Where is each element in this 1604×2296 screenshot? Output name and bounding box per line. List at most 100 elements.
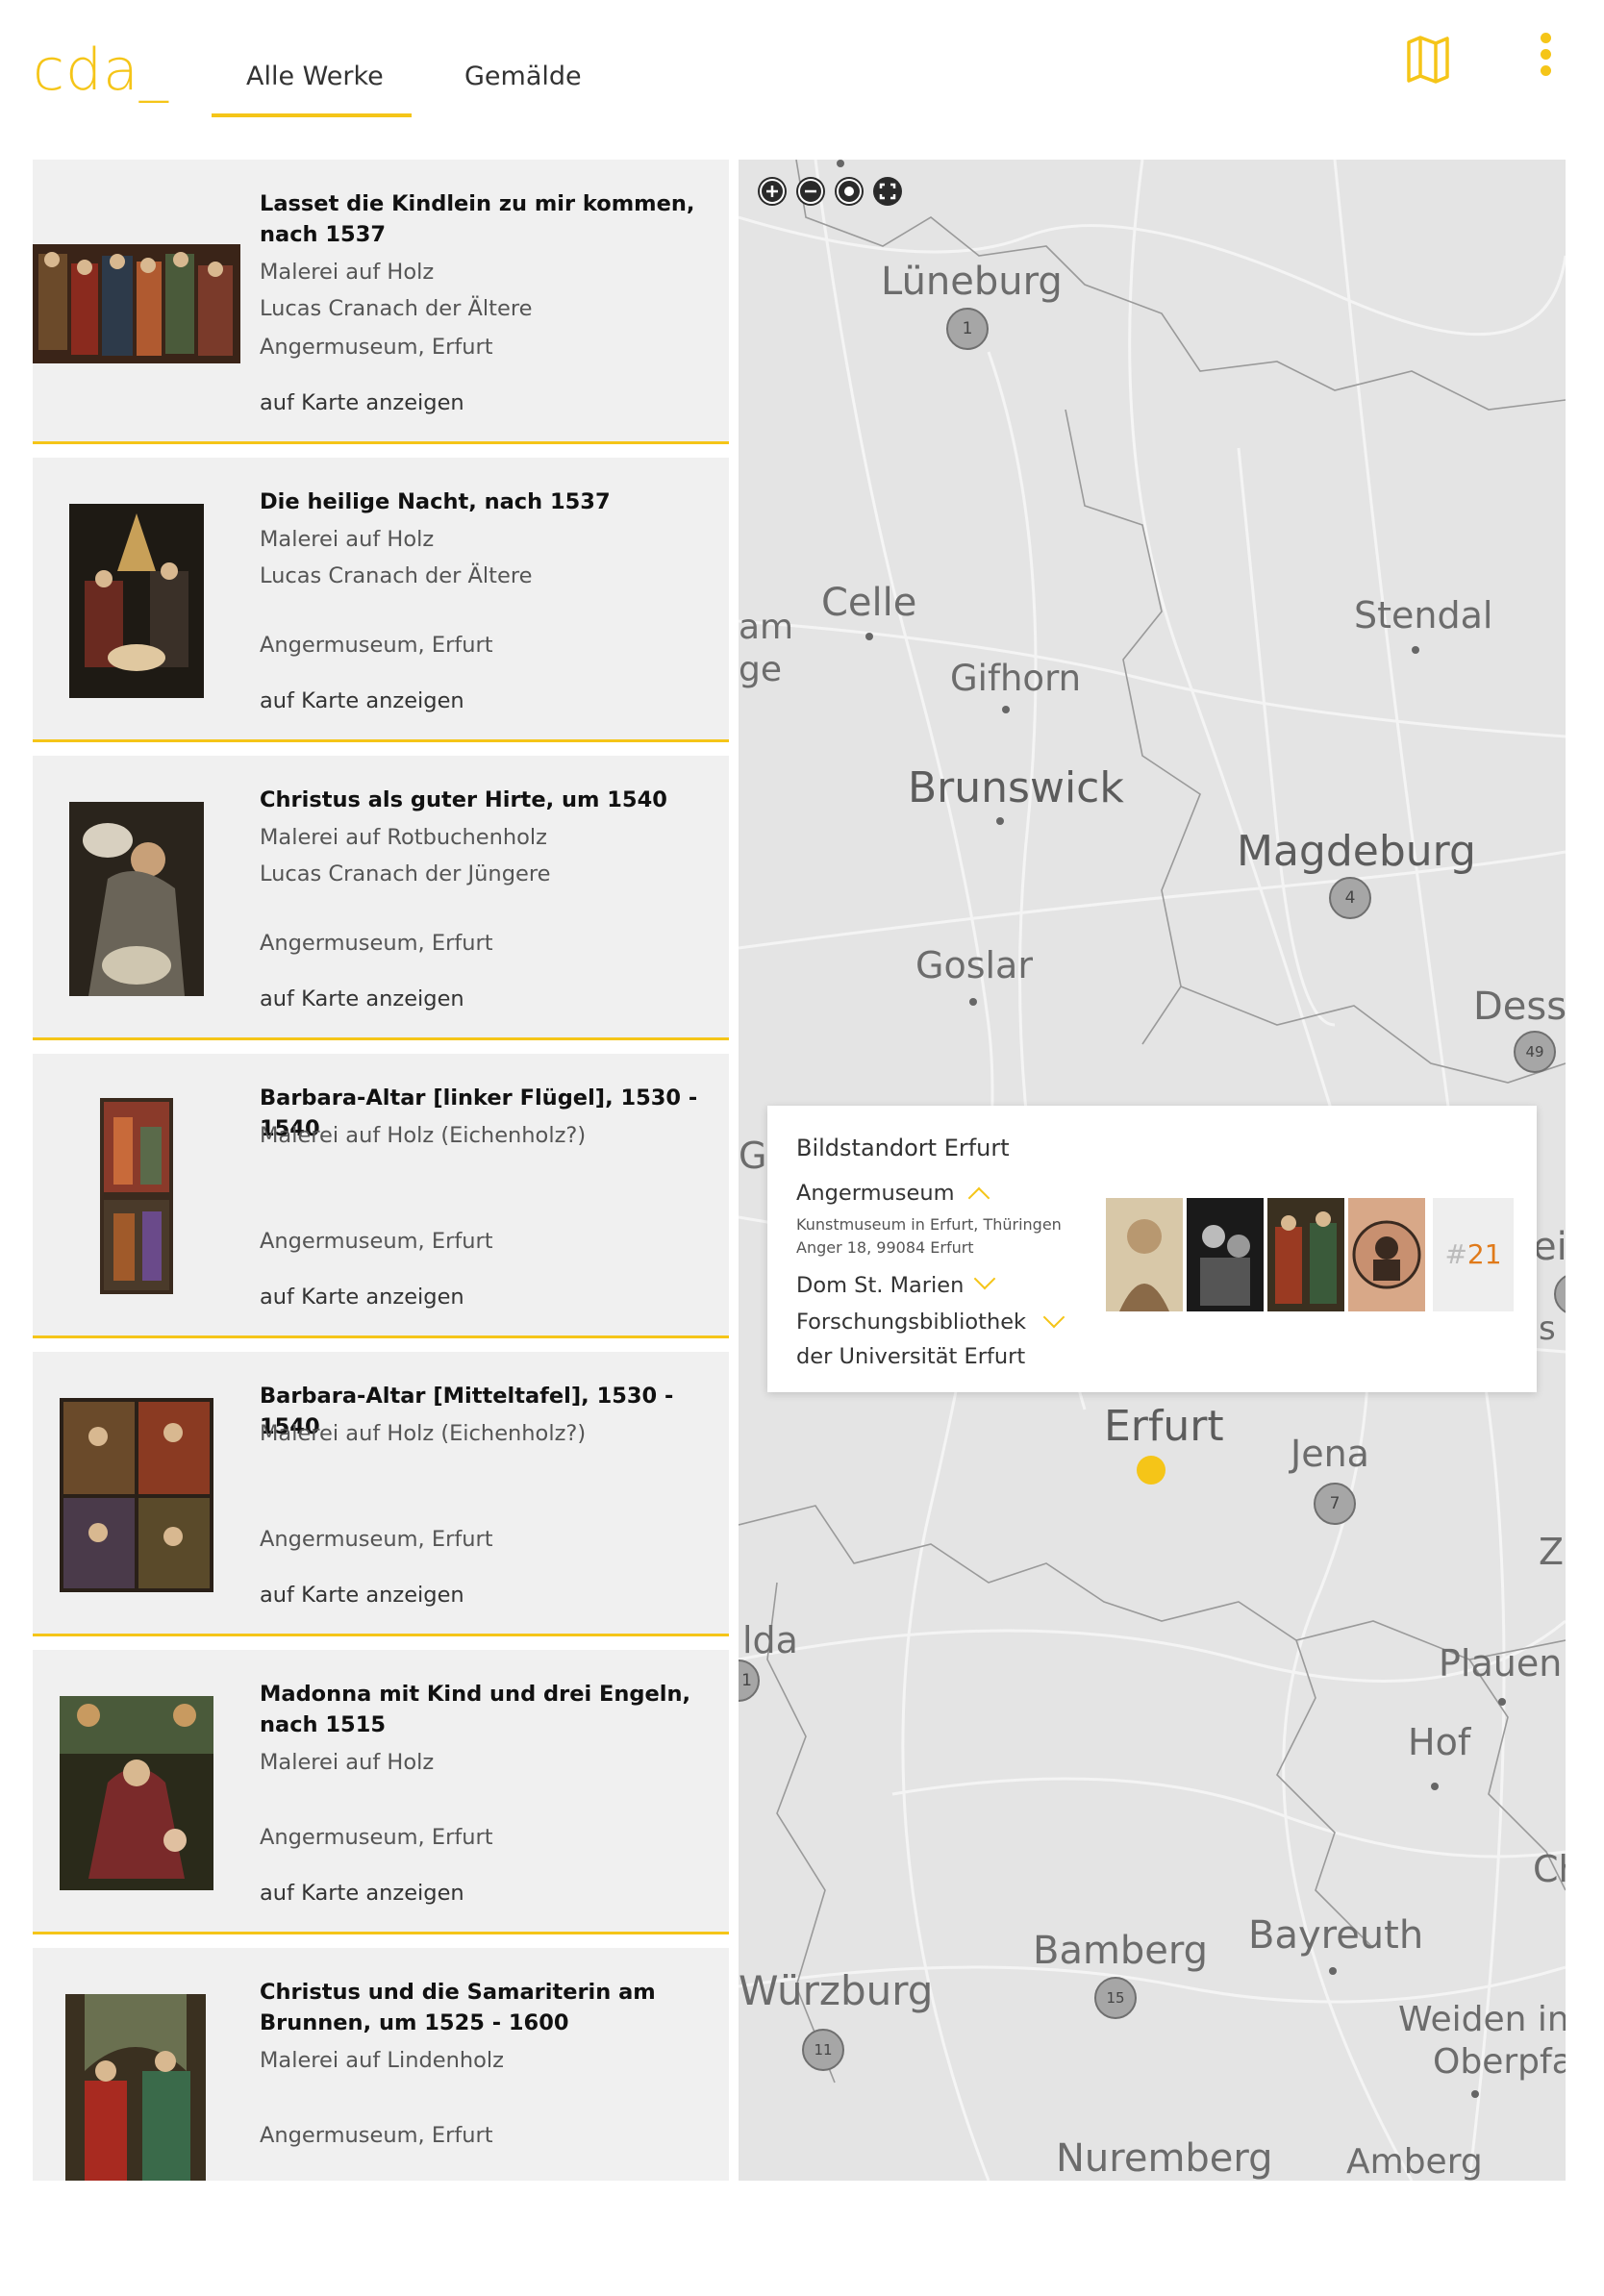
- city-label: Amberg: [1346, 2142, 1483, 2181]
- show-on-map-link[interactable]: auf Karte anzeigen: [260, 688, 464, 713]
- chevron-up-icon[interactable]: [967, 1186, 990, 1210]
- more-artworks-count[interactable]: #21: [1433, 1198, 1514, 1311]
- city-label: Würzburg: [739, 1967, 934, 2014]
- show-on-map-link[interactable]: auf Karte anzeigen: [260, 986, 464, 1011]
- artwork-thumbnail[interactable]: [100, 1098, 173, 1294]
- city-label: Lüneburg: [881, 260, 1063, 304]
- work-title[interactable]: Christus und die Samariterin am Brunnen,…: [260, 1977, 712, 2038]
- work-location: Angermuseum, Erfurt: [260, 1527, 493, 1552]
- artwork-thumbnail[interactable]: [1348, 1198, 1425, 1311]
- work-location: Angermuseum, Erfurt: [260, 633, 493, 658]
- works-list: Lasset die Kindlein zu mir kommen, nach …: [33, 160, 729, 2181]
- work-card[interactable]: Lasset die Kindlein zu mir kommen, nach …: [33, 160, 729, 444]
- work-card[interactable]: Christus und die Samariterin am Brunnen,…: [33, 1948, 729, 2181]
- work-title[interactable]: Lasset die Kindlein zu mir kommen, nach …: [260, 188, 712, 250]
- work-title[interactable]: Christus als guter Hirte, um 1540: [260, 785, 712, 815]
- map-icon[interactable]: [1406, 35, 1450, 85]
- city-label: Magdeburg: [1237, 827, 1476, 876]
- location-popup: Bildstandort Erfurt Angermuseum Kunstmus…: [767, 1106, 1537, 1392]
- locate-icon[interactable]: [835, 177, 864, 206]
- artwork-thumbnail[interactable]: [1106, 1198, 1183, 1311]
- artwork-thumbnail[interactable]: [1267, 1198, 1344, 1311]
- city-label: Oberpfa: [1433, 2042, 1566, 2082]
- artwork-thumbnail[interactable]: [69, 802, 204, 996]
- work-card[interactable]: Barbara-Altar [Mitteltafel], 1530 - 1540…: [33, 1352, 729, 1636]
- map-cluster-marker[interactable]: 15: [1094, 1977, 1137, 2019]
- work-card[interactable]: Madonna mit Kind und drei Engeln, nach 1…: [33, 1650, 729, 1934]
- work-technique: Malerei auf Lindenholz: [260, 2048, 504, 2073]
- artwork-thumbnail[interactable]: [33, 244, 240, 363]
- work-artist: Lucas Cranach der Jüngere: [260, 861, 551, 886]
- map-cluster-marker[interactable]: 1: [946, 308, 989, 350]
- work-card[interactable]: Barbara-Altar [linker Flügel], 1530 - 15…: [33, 1054, 729, 1338]
- work-title[interactable]: Madonna mit Kind und drei Engeln, nach 1…: [260, 1679, 712, 1740]
- artwork-thumbnail[interactable]: [65, 1994, 206, 2181]
- zoom-in-icon[interactable]: [758, 177, 787, 206]
- work-card[interactable]: Christus als guter Hirte, um 1540 Malere…: [33, 756, 729, 1040]
- city-marker: [865, 633, 873, 640]
- city-marker: [837, 160, 844, 167]
- more-vertical-icon[interactable]: [1539, 33, 1552, 81]
- tab-gemaelde[interactable]: Gemälde: [464, 62, 582, 91]
- zoom-out-icon[interactable]: [796, 177, 825, 206]
- work-location: Angermuseum, Erfurt: [260, 1229, 493, 1254]
- work-technique: Malerei auf Rotbuchenholz: [260, 825, 547, 850]
- city-label: Celle: [821, 581, 917, 625]
- selected-location-marker[interactable]: [1137, 1456, 1165, 1485]
- museum-name[interactable]: Angermuseum: [796, 1181, 955, 1206]
- location-dom-st-marien[interactable]: Dom St. Marien: [796, 1273, 964, 1298]
- city-label: Ch: [1533, 1848, 1566, 1890]
- city-marker: [969, 998, 977, 1006]
- city-label: Jena: [1291, 1433, 1369, 1475]
- work-card[interactable]: Die heilige Nacht, nach 1537 Malerei auf…: [33, 458, 729, 742]
- fullscreen-icon[interactable]: [873, 177, 902, 206]
- city-label: Dessa: [1473, 985, 1566, 1029]
- city-marker: [996, 817, 1004, 825]
- artwork-thumbnail[interactable]: [69, 504, 204, 698]
- city-label: ge: [739, 650, 782, 689]
- location-forschungsbibliothek[interactable]: Forschungsbibliothek: [796, 1310, 1026, 1335]
- tab-alle-werke[interactable]: Alle Werke: [246, 62, 384, 91]
- artwork-thumbnail[interactable]: [60, 1398, 213, 1592]
- work-location: Angermuseum, Erfurt: [260, 931, 493, 956]
- city-label: s: [1539, 1310, 1556, 1348]
- city-label: lda: [742, 1619, 798, 1661]
- city-marker: [1498, 1698, 1506, 1706]
- city-label: ei: [1533, 1225, 1566, 1269]
- show-on-map-link[interactable]: auf Karte anzeigen: [260, 1285, 464, 1310]
- work-location: Angermuseum, Erfurt: [260, 1825, 493, 1850]
- chevron-down-icon[interactable]: [973, 1267, 996, 1290]
- city-label: Weiden in: [1398, 2000, 1566, 2039]
- show-on-map-link[interactable]: auf Karte anzeigen: [260, 1583, 464, 1608]
- show-on-map-link[interactable]: auf Karte anzeigen: [260, 390, 464, 415]
- city-label: Bayreuth: [1248, 1913, 1424, 1958]
- city-marker: [1002, 706, 1010, 713]
- work-technique: Malerei auf Holz: [260, 260, 435, 285]
- city-marker: [1412, 646, 1419, 654]
- chevron-down-icon[interactable]: [1042, 1306, 1065, 1329]
- logo[interactable]: cda_: [33, 37, 169, 104]
- city-marker: [1329, 1967, 1337, 1975]
- artwork-thumbnail[interactable]: [60, 1696, 213, 1890]
- map-cluster-marker[interactable]: 49: [1514, 1031, 1556, 1073]
- city-marker: [1471, 2090, 1479, 2098]
- artwork-thumbnail[interactable]: [1187, 1198, 1264, 1311]
- map-cluster-marker[interactable]: 7: [1314, 1483, 1356, 1525]
- city-label: am: [739, 608, 794, 647]
- map-cluster-marker[interactable]: 4: [1329, 877, 1371, 919]
- museum-address: Anger 18, 99084 Erfurt: [796, 1238, 974, 1257]
- city-label: Goslar: [915, 944, 1033, 986]
- work-technique: Malerei auf Holz: [260, 527, 435, 552]
- city-label: Erfurt: [1104, 1402, 1224, 1451]
- city-label: Gifhorn: [950, 658, 1082, 699]
- city-label: Stendal: [1354, 594, 1493, 636]
- city-label: Plauen: [1439, 1642, 1563, 1685]
- active-tab-indicator: [212, 113, 412, 117]
- show-on-map-link[interactable]: auf Karte anzeigen: [260, 1881, 464, 1906]
- museum-description: Kunstmuseum in Erfurt, Thüringen: [796, 1215, 1062, 1234]
- city-marker: [1431, 1783, 1439, 1790]
- work-title[interactable]: Die heilige Nacht, nach 1537: [260, 487, 712, 517]
- work-location: Angermuseum, Erfurt: [260, 2123, 493, 2148]
- work-location: Angermuseum, Erfurt: [260, 335, 493, 360]
- map-cluster-marker[interactable]: 11: [802, 2029, 844, 2071]
